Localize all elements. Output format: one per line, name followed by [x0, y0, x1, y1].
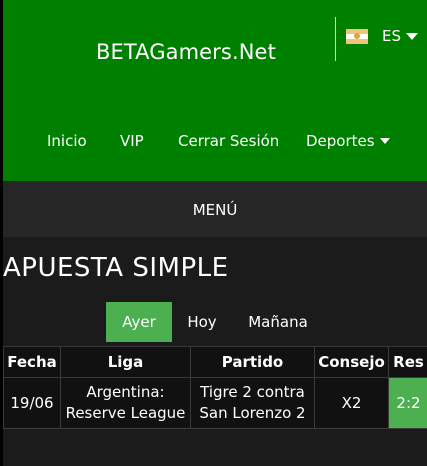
nav-item-inicio[interactable]: Inicio	[47, 132, 87, 150]
column-header-consejo: Consejo	[314, 346, 389, 378]
caret-down-icon	[406, 32, 418, 40]
partido-line-1: Tigre 2 contra	[200, 383, 305, 401]
column-header-fecha: Fecha	[3, 346, 61, 378]
column-header-liga: Liga	[60, 346, 191, 378]
results-table: Fecha Liga Partido Consejo Res 19/06 Arg…	[3, 346, 427, 429]
argentina-flag-icon	[346, 28, 368, 44]
cell-consejo: X2	[314, 377, 389, 429]
language-label: ES	[382, 27, 401, 45]
nav-item-vip[interactable]: VIP	[120, 132, 144, 150]
cell-res: 2:2	[388, 377, 427, 429]
nav-item-cerrar-sesion[interactable]: Cerrar Sesión	[178, 132, 279, 150]
nav-item-deportes[interactable]: Deportes	[306, 132, 390, 150]
page-title: APUESTA SIMPLE	[3, 253, 229, 283]
cell-partido: Tigre 2 contra San Lorenzo 2	[190, 377, 315, 429]
site-brand[interactable]: BETAGamers.Net	[96, 40, 276, 64]
menu-bar[interactable]: MENÚ	[3, 181, 427, 237]
column-header-partido: Partido	[190, 346, 315, 378]
site-header: BETAGamers.Net ES	[3, 0, 427, 181]
tab-hoy[interactable]: Hoy	[172, 302, 232, 342]
caret-down-icon	[379, 138, 390, 144]
cell-liga: Argentina: Reserve League	[60, 377, 191, 429]
language-selector[interactable]: ES	[346, 27, 418, 45]
cell-fecha: 19/06	[3, 377, 61, 429]
menu-label: MENÚ	[192, 201, 238, 219]
table-header-row: Fecha Liga Partido Consejo Res	[3, 346, 427, 378]
partido-line-2: San Lorenzo 2	[199, 404, 306, 422]
tab-manana[interactable]: Mañana	[232, 302, 324, 342]
header-divider	[335, 17, 336, 61]
liga-line-2: Reserve League	[65, 404, 186, 422]
tab-ayer[interactable]: Ayer	[106, 302, 172, 342]
liga-line-1: Argentina:	[86, 383, 165, 401]
column-header-res: Res	[388, 346, 427, 378]
table-row: 19/06 Argentina: Reserve League Tigre 2 …	[3, 377, 427, 429]
nav-item-deportes-label: Deportes	[306, 132, 375, 150]
